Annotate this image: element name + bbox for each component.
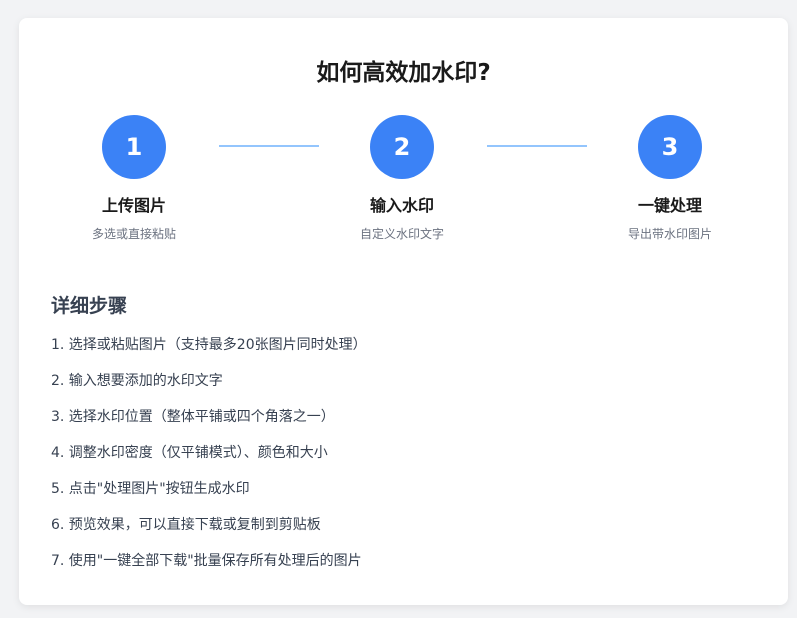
step-connector-line bbox=[487, 145, 587, 147]
list-item: 7. 使用"一键全部下载"批量保存所有处理后的图片 bbox=[51, 553, 362, 569]
step-process: 3 一键处理 导出带水印图片 bbox=[580, 115, 760, 242]
step-title: 上传图片 bbox=[101, 196, 166, 215]
step-number-badge: 3 bbox=[638, 115, 702, 179]
list-item: 2. 输入想要添加的水印文字 bbox=[51, 373, 223, 389]
list-item: 4. 调整水印密度（仅平铺模式）、颜色和大小 bbox=[51, 445, 328, 461]
list-item: 6. 预览效果，可以直接下载或复制到剪贴板 bbox=[51, 517, 321, 533]
help-card: 如何高效加水印? 1 上传图片 多选或直接粘贴 2 输入水印 自定义水印文字 3… bbox=[19, 18, 788, 605]
page-title: 如何高效加水印? bbox=[316, 60, 491, 86]
step-description: 自定义水印文字 bbox=[359, 227, 444, 241]
step-input-watermark: 2 输入水印 自定义水印文字 bbox=[312, 115, 492, 242]
list-item: 1. 选择或粘贴图片（支持最多20张图片同时处理） bbox=[51, 337, 367, 353]
detail-steps-list: 1. 选择或粘贴图片（支持最多20张图片同时处理） 2. 输入想要添加的水印文字… bbox=[51, 334, 367, 586]
step-number-badge: 2 bbox=[370, 115, 434, 179]
list-item: 5. 点击"处理图片"按钮生成水印 bbox=[51, 481, 250, 497]
step-description: 多选或直接粘贴 bbox=[91, 227, 176, 241]
step-number-badge: 1 bbox=[102, 115, 166, 179]
list-item: 3. 选择水印位置（整体平铺或四个角落之一） bbox=[51, 409, 335, 425]
step-description: 导出带水印图片 bbox=[627, 227, 712, 241]
step-title: 一键处理 bbox=[637, 196, 702, 215]
step-title: 输入水印 bbox=[369, 196, 434, 215]
step-connector-line bbox=[219, 145, 319, 147]
details-heading: 详细步骤 bbox=[51, 295, 128, 317]
step-upload: 1 上传图片 多选或直接粘贴 bbox=[44, 115, 224, 242]
